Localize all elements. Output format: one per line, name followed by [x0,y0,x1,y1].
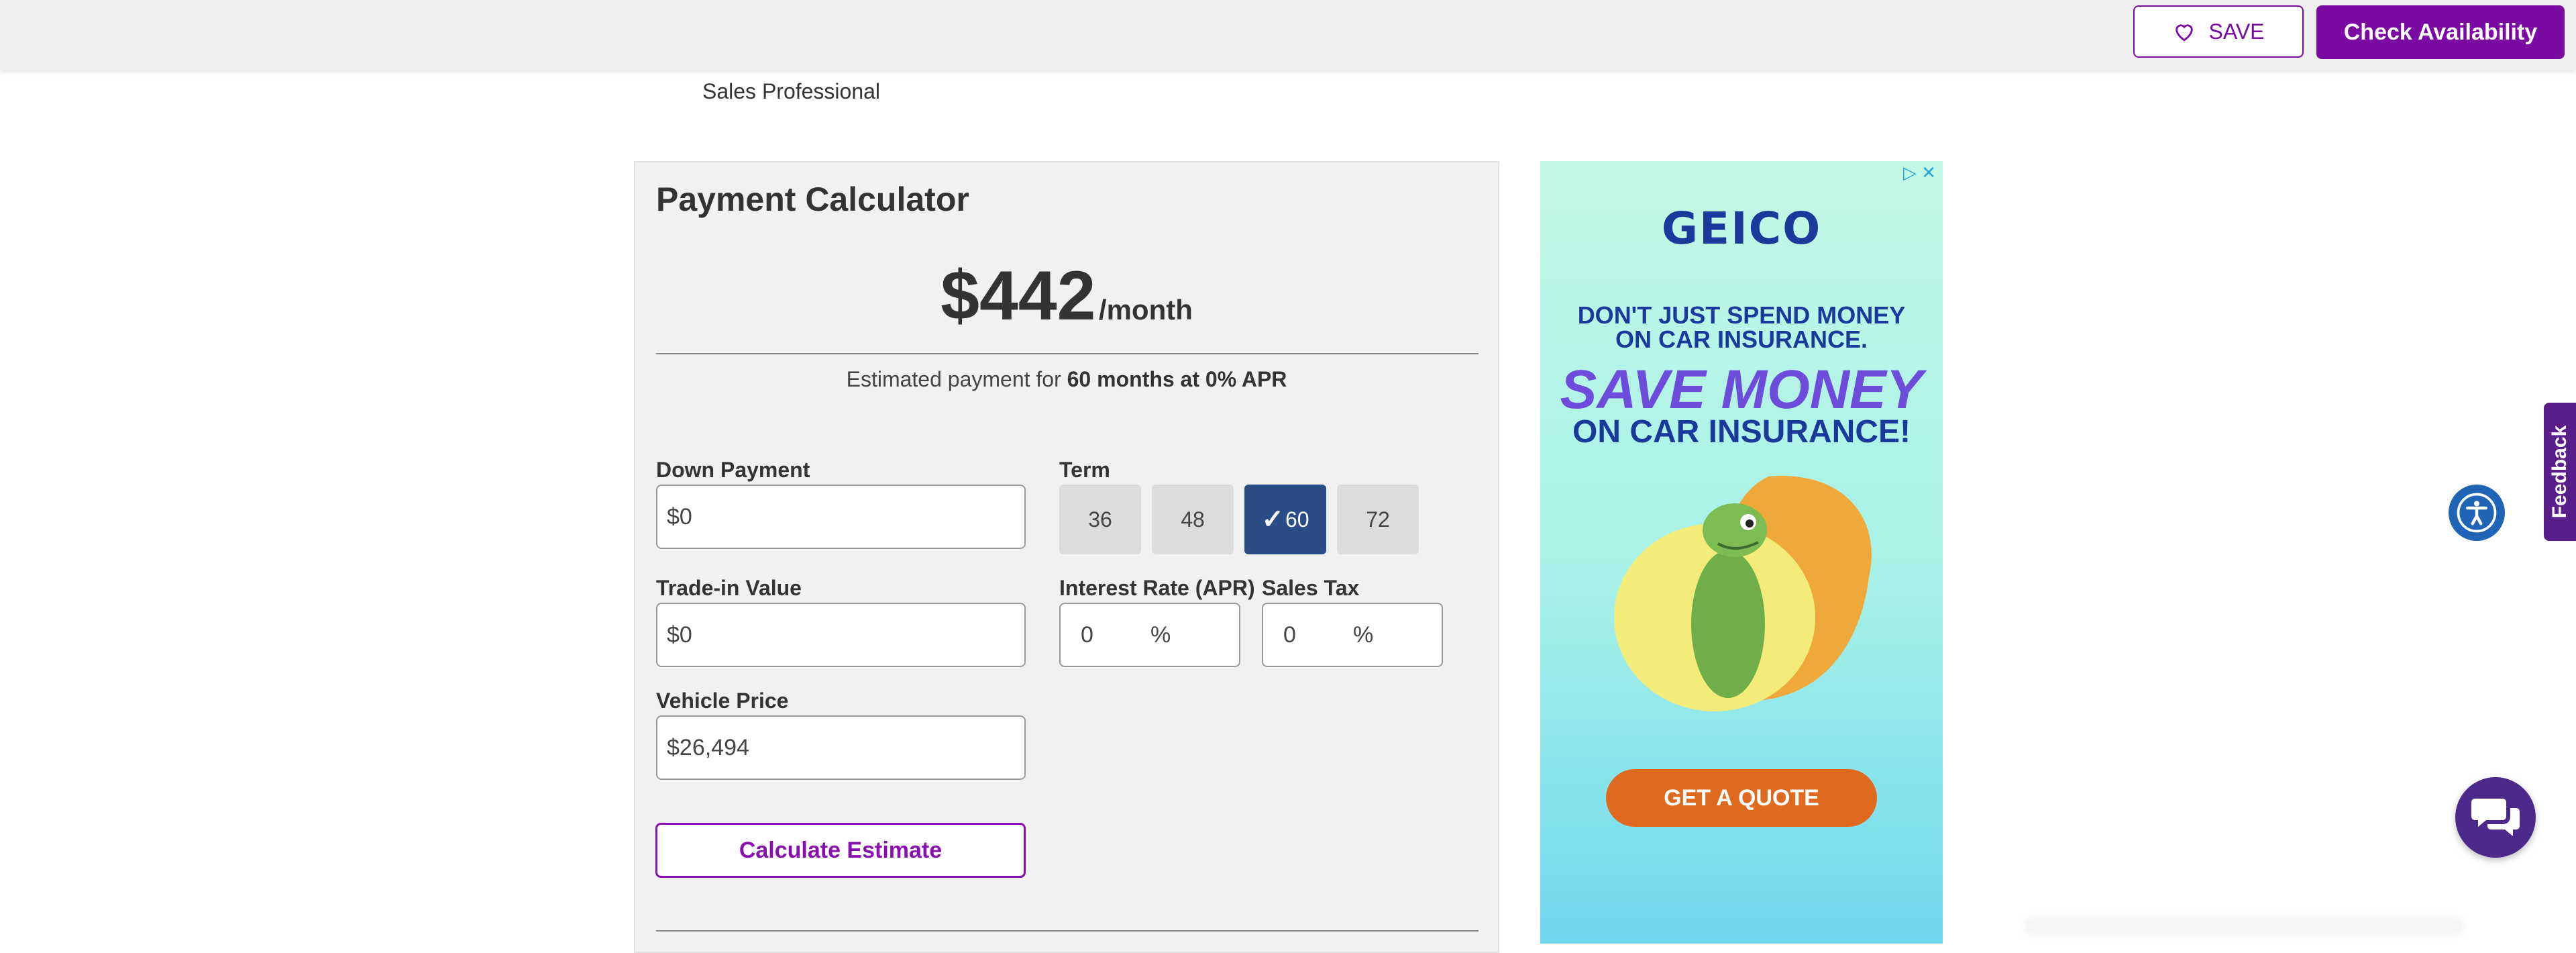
ad-headline: DON'T JUST SPEND MONEY ON CAR INSURANCE. [1540,303,1943,352]
down-payment-input[interactable]: $0 [656,485,1026,549]
checkmark-icon: ✓ [1261,505,1284,534]
trade-in-input[interactable]: $0 [656,603,1026,667]
divider [656,930,1479,932]
chat-button[interactable] [2455,777,2536,858]
accessibility-icon [2457,493,2497,533]
save-button[interactable]: SAVE [2133,5,2304,58]
term-option-60-label: 60 [1285,507,1309,532]
vehicle-price-label: Vehicle Price [656,689,789,713]
monthly-amount: $442 [941,257,1096,335]
geico-logo: GEICO [1661,203,1822,254]
calculator-title: Payment Calculator [656,181,969,218]
interest-rate-value: 0 [1081,621,1093,648]
term-option-60[interactable]: ✓ 60 [1244,485,1326,554]
interest-rate-input[interactable]: 0 % [1059,603,1240,667]
interest-rate-label: Interest Rate (APR) [1059,576,1255,600]
term-option-48[interactable]: 48 [1152,485,1234,554]
calculate-estimate-button[interactable]: Calculate Estimate [655,823,1026,878]
top-bar: SAVE Check Availability [0,0,2576,70]
estimate-terms: 60 months at 0% APR [1067,367,1287,391]
get-a-quote-button[interactable]: GET A QUOTE [1606,769,1877,827]
bottom-banner-edge [2026,919,2462,933]
down-payment-label: Down Payment [656,458,810,482]
estimate-summary: Estimated payment for 60 months at 0% AP… [635,367,1498,392]
accessibility-button[interactable] [2449,485,2505,541]
per-month-label: /month [1098,294,1193,325]
ad-subheadline: ON CAR INSURANCE! [1572,414,1911,450]
trade-in-label: Trade-in Value [656,576,802,600]
sales-professional-label: Sales Professional [702,79,881,103]
geico-ad[interactable]: ▷ ✕ GEICO DON'T JUST SPEND MONEY ON CAR … [1540,161,1943,944]
feedback-label: Feedback [2548,425,2571,519]
heart-icon [2175,24,2193,42]
monthly-payment: $442 /month [635,256,1498,336]
sales-tax-input[interactable]: 0 % [1262,603,1443,667]
check-availability-button[interactable]: Check Availability [2316,5,2565,59]
save-label: SAVE [2208,19,2265,44]
percent-sign: % [1150,621,1171,648]
vehicle-price-input[interactable]: $26,494 [656,715,1026,780]
term-option-36[interactable]: 36 [1059,485,1141,554]
estimate-prefix: Estimated payment for [846,367,1061,391]
gecko-illustration [1614,476,1872,711]
sales-tax-value: 0 [1283,621,1296,648]
ad-save-money: SAVE MONEY [1560,359,1923,420]
payment-calculator: Payment Calculator $442 /month Estimated… [634,161,1499,953]
sales-tax-label: Sales Tax [1262,576,1360,600]
term-option-72[interactable]: 72 [1337,485,1419,554]
ad-choices-icon[interactable]: ▷ ✕ [1903,162,1936,183]
chat-icon [2471,799,2520,836]
divider [656,353,1479,354]
term-label: Term [1059,458,1110,482]
feedback-tab[interactable]: Feedback [2544,403,2576,541]
percent-sign: % [1353,621,1374,648]
ad-headline-line2: ON CAR INSURANCE. [1615,325,1868,353]
ad-headline-line1: DON'T JUST SPEND MONEY [1577,301,1906,329]
